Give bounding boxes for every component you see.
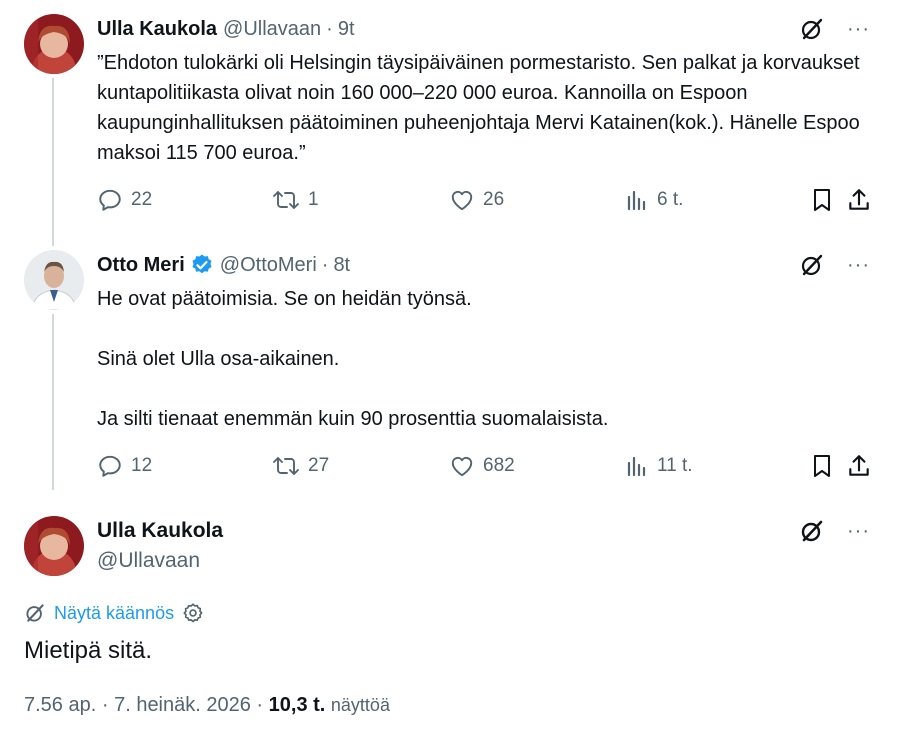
main-author-block: Ulla Kaukola @Ullavaan	[97, 516, 223, 576]
tweet-header: Ulla Kaukola @Ullavaan · 9t	[97, 16, 355, 42]
separator-dot: ·	[101, 694, 115, 716]
tweet-top-icons: ···	[799, 16, 870, 42]
bookmark-button[interactable]	[810, 453, 834, 479]
bookmark-button[interactable]	[810, 187, 834, 213]
settings-icon[interactable]	[182, 602, 204, 624]
retweet-icon	[273, 457, 299, 475]
reply-count: 22	[131, 189, 153, 210]
author-name[interactable]: Otto Meri	[97, 254, 185, 277]
avatar[interactable]	[24, 14, 84, 74]
retweet-icon	[273, 191, 299, 209]
separator-dot: ·	[256, 694, 269, 716]
author-handle[interactable]: @Ullavaan	[97, 546, 223, 576]
separator-dot: ·	[321, 253, 329, 276]
author-handle[interactable]: @OttoMeri	[220, 254, 317, 277]
author-name[interactable]: Ulla Kaukola	[97, 18, 217, 41]
more-options-icon[interactable]: ···	[847, 19, 870, 39]
tweet-actions: 12 27 682 11 t.	[97, 451, 872, 481]
tweet-time[interactable]: 8t	[333, 254, 350, 277]
more-options-icon[interactable]: ···	[847, 521, 870, 541]
views-count: 10,3 t.	[268, 694, 326, 716]
reply-count: 12	[131, 455, 153, 476]
thread-line	[52, 78, 54, 246]
views-button[interactable]: 11 t.	[625, 454, 693, 478]
grok-icon[interactable]	[799, 16, 825, 42]
tweet-paragraph: Sinä olet Ulla osa-aikainen.	[97, 348, 340, 370]
tweet-paragraph: Ja silti tienaat enemmän kuin 90 prosent…	[97, 408, 609, 430]
like-count: 26	[483, 189, 505, 210]
tweet-time[interactable]: 7.56 ap.	[24, 694, 96, 716]
reply-icon	[99, 189, 121, 211]
author-name[interactable]: Ulla Kaukola	[97, 516, 223, 546]
tweet-text: ”Ehdoton tulokärki oli Helsingin täysipä…	[97, 48, 870, 168]
bookmark-icon	[814, 189, 830, 211]
tweet-date[interactable]: 7. heinäk. 2026	[114, 694, 251, 716]
analytics-icon	[627, 190, 646, 211]
reply-icon	[99, 455, 121, 477]
share-button[interactable]	[846, 453, 872, 479]
heart-icon	[451, 190, 473, 211]
thread-line	[52, 314, 54, 490]
separator-dot: ·	[326, 17, 333, 40]
share-icon	[849, 455, 869, 476]
verified-badge-icon	[190, 253, 214, 277]
reply-button[interactable]: 12	[97, 453, 152, 479]
grok-icon[interactable]	[799, 252, 825, 278]
heart-icon	[451, 456, 473, 477]
grok-translate-icon	[26, 604, 44, 622]
tweet-meta: 7.56 ap. · 7. heinäk. 2026 · 10,3 t. näy…	[24, 694, 390, 717]
share-button[interactable]	[846, 187, 872, 213]
avatar[interactable]	[24, 516, 84, 576]
tweet-actions: 22 1 26 6 t.	[97, 185, 872, 215]
tweet-text: He ovat päätoimisia. Se on heidän työnsä…	[97, 284, 870, 434]
share-icon	[849, 189, 869, 210]
avatar[interactable]	[24, 250, 84, 310]
retweet-button[interactable]: 1	[272, 187, 319, 213]
like-button[interactable]: 26	[449, 187, 504, 213]
retweet-count: 1	[308, 189, 319, 210]
tweet-time[interactable]: 9t	[338, 18, 355, 41]
analytics-icon	[627, 456, 646, 477]
more-options-icon[interactable]: ···	[847, 255, 870, 275]
views-label: näyttöä	[330, 695, 390, 715]
views-button[interactable]: 6 t.	[625, 188, 683, 212]
like-button[interactable]: 682	[449, 453, 515, 479]
retweet-button[interactable]: 27	[272, 453, 329, 479]
tweet-paragraph: ”Ehdoton tulokärki oli Helsingin täysipä…	[97, 52, 860, 164]
reply-button[interactable]: 22	[97, 187, 152, 213]
grok-icon[interactable]	[799, 518, 825, 544]
author-handle[interactable]: @Ullavaan	[223, 18, 321, 41]
like-count: 682	[483, 455, 515, 476]
translate-row: Näytä käännös	[24, 602, 204, 624]
tweet-header: Otto Meri @OttoMeri · 8t	[97, 252, 350, 278]
bookmark-icon	[814, 455, 830, 477]
views-count: 11 t.	[657, 455, 693, 476]
views-count: 6 t.	[657, 189, 684, 210]
tweet-top-icons: ···	[799, 252, 870, 278]
retweet-count: 27	[308, 455, 330, 476]
main-tweet-text: Mietipä sitä.	[24, 637, 153, 664]
show-translation-link[interactable]: Näytä käännös	[54, 603, 174, 624]
tweet-paragraph: He ovat päätoimisia. Se on heidän työnsä…	[97, 288, 472, 310]
tweet-top-icons: ···	[799, 518, 870, 544]
